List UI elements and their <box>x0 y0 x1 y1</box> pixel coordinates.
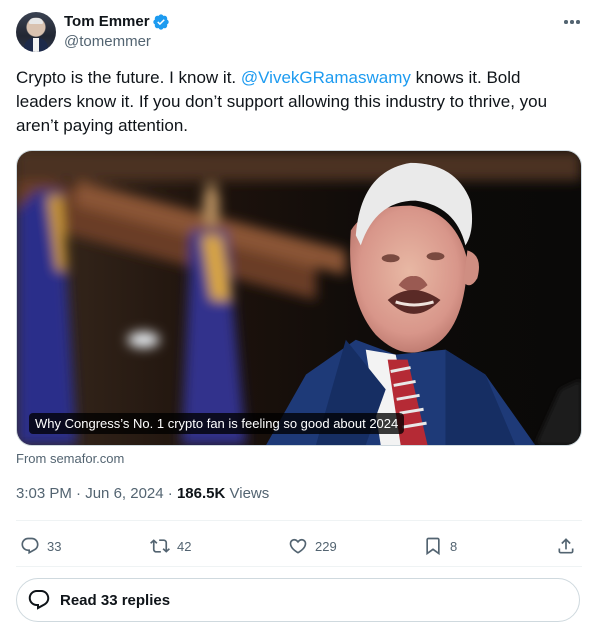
divider-bottom <box>16 566 582 567</box>
bookmark-button[interactable]: 8 <box>423 532 457 560</box>
more-dot <box>570 20 574 24</box>
meta-separator: · <box>71 485 86 502</box>
chat-bubble-icon <box>28 590 50 610</box>
link-card[interactable]: Why Congress’s No. 1 crypto fan is feeli… <box>16 150 582 446</box>
share-button[interactable] <box>556 532 583 560</box>
meta-separator: · <box>163 485 177 502</box>
views-label: Views <box>225 485 270 502</box>
action-bar: 33 42 229 8 <box>16 532 582 560</box>
tweet-meta: 3:03 PM · Jun 6, 2024 · 186.5K Views <box>16 484 269 504</box>
avatar-hair <box>29 18 43 24</box>
heart-icon <box>289 538 307 554</box>
more-dot <box>576 20 580 24</box>
more-options-icon[interactable] <box>556 12 588 32</box>
reply-button[interactable]: 33 <box>20 532 61 560</box>
reply-icon <box>21 537 39 555</box>
card-caption: Why Congress’s No. 1 crypto fan is feeli… <box>29 413 405 434</box>
author-handle[interactable]: @tomemmer <box>64 33 151 51</box>
avatar[interactable] <box>16 12 56 52</box>
share-icon <box>558 538 574 554</box>
more-dot <box>564 20 568 24</box>
tweet-text-before: Crypto is the future. I know it. <box>16 68 241 87</box>
like-count: 229 <box>315 538 337 554</box>
card-source[interactable]: From semafor.com <box>16 451 124 466</box>
author-name[interactable]: Tom Emmer <box>64 13 150 31</box>
card-photo <box>17 151 581 445</box>
tweet-date[interactable]: Jun 6, 2024 <box>85 485 163 502</box>
verified-badge-icon <box>153 14 169 30</box>
tweet-time[interactable]: 3:03 PM <box>16 485 72 502</box>
avatar-shirt <box>33 38 39 52</box>
mention-link[interactable]: @VivekGRamaswamy <box>241 68 411 87</box>
divider-top <box>16 520 582 521</box>
views-count[interactable]: 186.5K <box>177 485 225 502</box>
reply-count: 33 <box>47 538 62 554</box>
repost-icon <box>150 539 170 553</box>
tweet-text: Crypto is the future. I know it. @VivekG… <box>16 66 576 138</box>
read-replies-button[interactable]: Read 33 replies <box>16 578 580 622</box>
tweet: Tom Emmer @tomemmer Crypto is the future… <box>0 0 598 632</box>
bookmark-count: 8 <box>450 538 458 554</box>
repost-count: 42 <box>177 538 192 554</box>
repost-button[interactable]: 42 <box>150 532 191 560</box>
bookmark-icon <box>426 537 440 556</box>
like-button[interactable]: 229 <box>288 532 337 560</box>
read-replies-label: Read 33 replies <box>60 591 171 609</box>
